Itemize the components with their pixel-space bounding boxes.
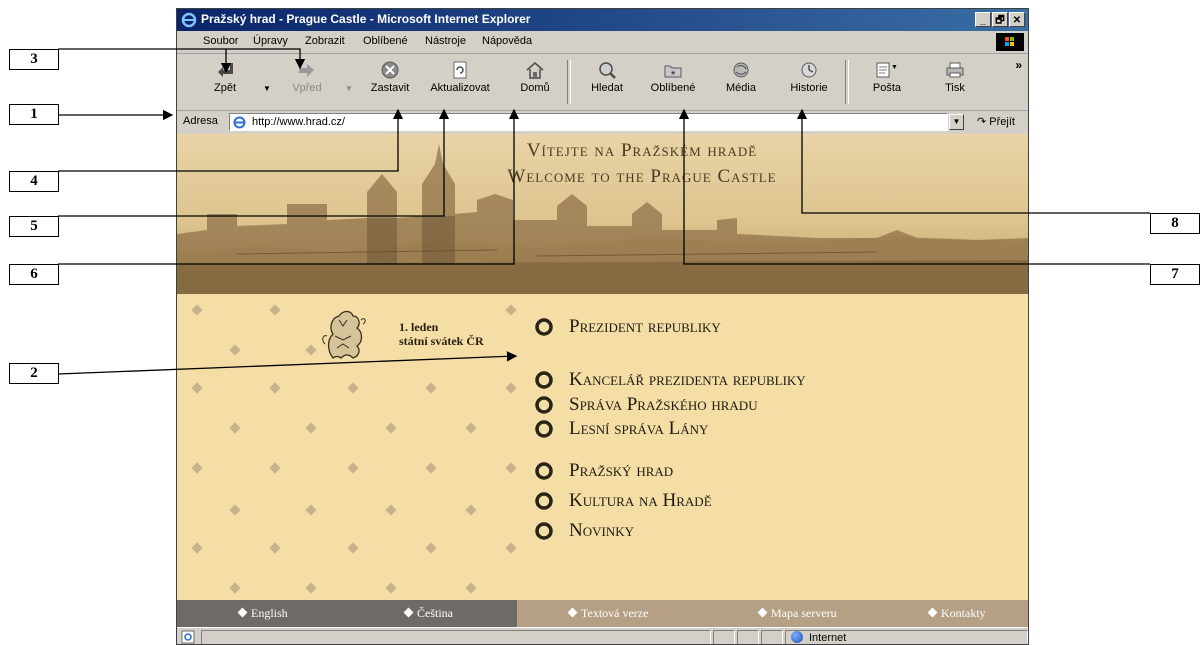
callout-6: 6 (9, 264, 59, 285)
callout-8: 8 (1150, 213, 1200, 234)
callout-5: 5 (9, 216, 59, 237)
callout-7: 7 (1150, 264, 1200, 285)
callout-3: 3 (9, 49, 59, 70)
callout-arrows (57, 48, 1150, 375)
callout-4: 4 (9, 171, 59, 192)
callout-2: 2 (9, 363, 59, 384)
callout-1: 1 (9, 104, 59, 125)
